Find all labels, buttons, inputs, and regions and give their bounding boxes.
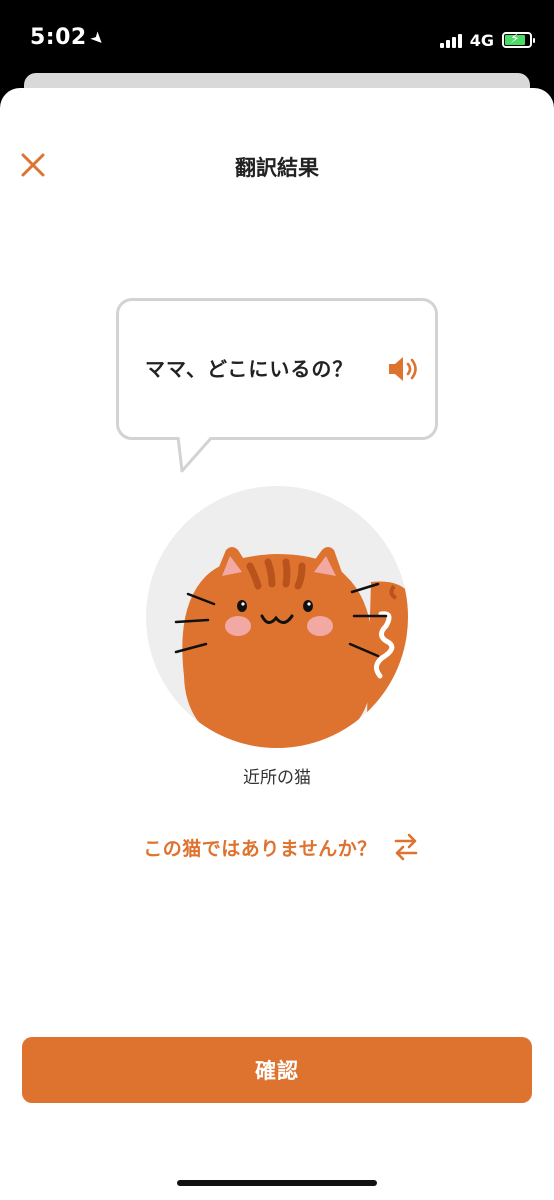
- translation-text: ママ、どこにいるの？: [145, 357, 354, 381]
- switch-cat-link[interactable]: この猫ではありませんか？: [0, 832, 554, 862]
- status-indicators: 4G ⚡: [439, 30, 535, 50]
- status-time-text: 5:02: [30, 25, 87, 50]
- location-arrow-icon: ➤: [86, 26, 110, 51]
- speech-bubble: ママ、どこにいるの？: [116, 298, 438, 440]
- cat-avatar: [146, 486, 408, 748]
- speaker-icon[interactable]: [387, 353, 421, 385]
- battery-icon: ⚡: [502, 31, 535, 48]
- translation-result-sheet: 翻訳結果 ママ、どこにいるの？ 近所の猫 この猫ではありませんか？ 確認: [0, 88, 554, 1200]
- cat-name: 近所の猫: [243, 768, 311, 788]
- home-indicator: [177, 1180, 377, 1186]
- page-title: 翻訳結果: [235, 156, 319, 180]
- confirm-button[interactable]: 確認: [22, 1037, 532, 1103]
- speech-bubble-tail: [176, 437, 214, 473]
- network-type: 4G: [469, 30, 494, 50]
- status-bar: 5:02➤ 4G ⚡: [0, 0, 554, 80]
- swap-arrows-icon[interactable]: [391, 832, 421, 862]
- signal-strength-icon: [439, 32, 462, 48]
- status-time: 5:02➤: [30, 25, 109, 50]
- switch-cat-label[interactable]: この猫ではありませんか？: [133, 834, 376, 861]
